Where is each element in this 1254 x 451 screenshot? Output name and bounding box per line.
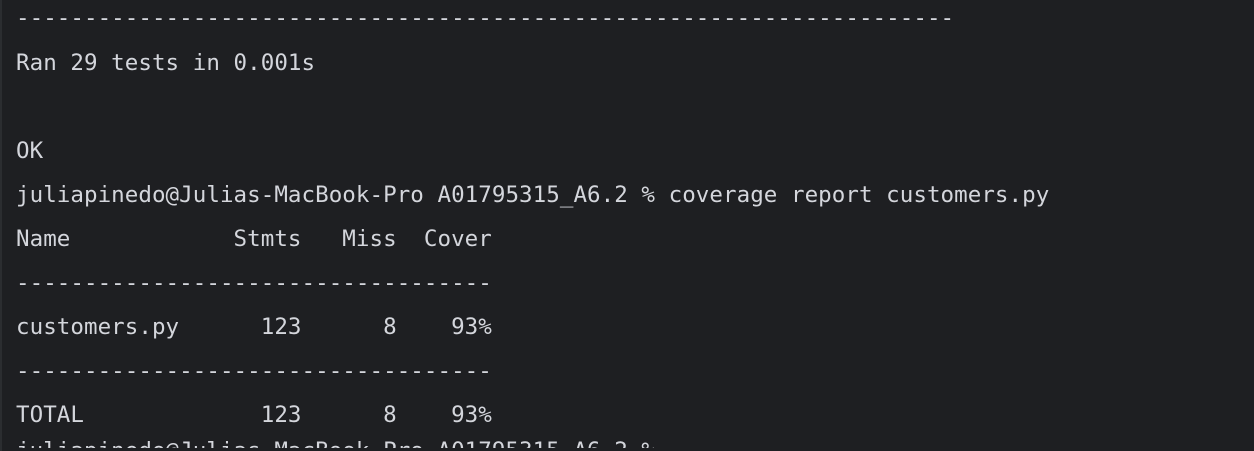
separator-line: ----------------------------------------…: [16, 5, 955, 31]
next-command-prompt: juliapinedo@Julias-MacBook-Pro A01795315…: [16, 438, 656, 451]
command-prompt-line: juliapinedo@Julias-MacBook-Pro A01795315…: [16, 182, 1050, 208]
terminal-window[interactable]: ----------------------------------- -----…: [0, 0, 1254, 451]
ok-status-line: OK: [16, 138, 44, 164]
coverage-table-header: Name Stmts Miss Cover: [16, 226, 492, 252]
test-result-line: Ran 29 tests in 0.001s: [16, 50, 316, 76]
coverage-table-row: customers.py 123 8 93%: [16, 314, 492, 340]
coverage-total-row: TOTAL 123 8 93%: [16, 402, 492, 428]
coverage-table-separator: -----------------------------------: [16, 358, 492, 384]
coverage-table-separator: -----------------------------------: [16, 270, 492, 296]
